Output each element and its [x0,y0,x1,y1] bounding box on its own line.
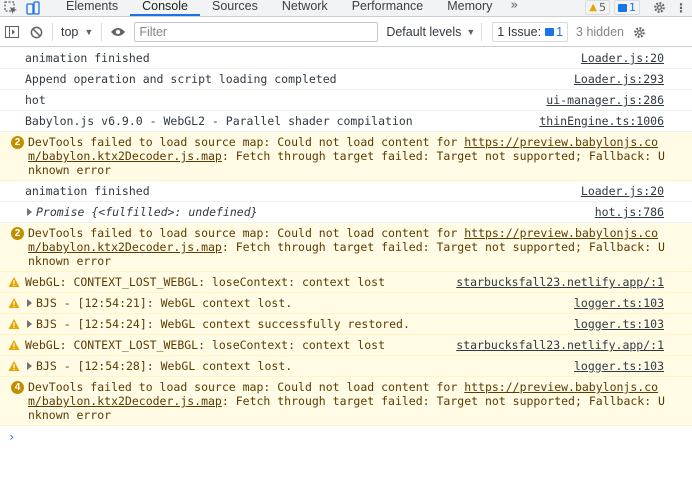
message-prefix: DevTools failed to load source map: Coul… [28,380,465,394]
messages-count: 1 [629,1,636,14]
source-link[interactable]: logger.ts:103 [574,296,664,310]
message-text: WebGL: CONTEXT_LOST_WEBGL: loseContext: … [25,338,386,352]
expand-triangle-icon[interactable] [27,362,32,370]
console-prompt[interactable]: › [0,426,692,448]
console-toolbar: top ▼ Default levels ▼ 1 Issue: 1 3 hidd… [0,18,692,47]
issues-count: 1 [556,25,564,39]
expand-triangle-icon[interactable] [27,208,32,216]
console-message: Babylon.js v6.9.0 - WebGL2 - Parallel sh… [0,111,692,132]
message-icon [618,3,627,12]
message-prefix: DevTools failed to load source map: Coul… [28,135,465,149]
message-text: WebGL: CONTEXT_LOST_WEBGL: loseContext: … [25,275,386,289]
tab-elements[interactable]: Elements [54,0,130,16]
console-message: animation finished Loader.js:20 [0,181,692,202]
console-message: hot ui-manager.js:286 [0,90,692,111]
log-levels-dropdown[interactable]: Default levels ▼ [386,25,475,39]
console-message: Append operation and script loading comp… [0,69,692,90]
source-link[interactable]: starbucksfall23.netlify.app/:1 [456,275,664,289]
warnings-count: 5 [599,1,606,14]
message-text: Babylon.js v6.9.0 - WebGL2 - Parallel sh… [25,114,413,128]
message-text: BJS - [12:54:24]: WebGL context successf… [36,317,410,331]
warning-triangle-icon [8,340,20,350]
console-settings-gear-icon[interactable] [628,18,652,47]
issue-message-icon [545,28,555,36]
message-text: BJS - [12:54:28]: WebGL context lost. [36,359,293,373]
issues-label: 1 Issue: [497,25,542,39]
repeat-count-badge: 2 [11,136,24,149]
hidden-messages-count: 3 hidden [576,25,624,39]
tab-network[interactable]: Network [270,0,340,16]
warning-message: WebGL: CONTEXT_LOST_WEBGL: loseContext: … [0,335,692,356]
warning-triangle-icon [8,361,20,371]
source-link[interactable]: Loader.js:20 [581,184,664,198]
source-link[interactable]: hot.js:786 [595,205,664,219]
context-label: top [61,25,79,39]
console-message: animation finished Loader.js:20 [0,48,692,69]
message-text: animation finished [25,51,150,65]
source-link[interactable]: thinEngine.ts:1006 [539,114,664,128]
source-link[interactable]: Loader.js:293 [574,72,664,86]
warning-message: WebGL: CONTEXT_LOST_WEBGL: loseContext: … [0,272,692,293]
tab-performance[interactable]: Performance [340,0,436,16]
tab-console[interactable]: Console [130,0,200,16]
source-link[interactable]: Loader.js:20 [581,51,664,65]
message-prefix: DevTools failed to load source map: Coul… [28,226,465,240]
toolbar-divider [481,23,483,41]
console-message: Promise {<fulfilled>: undefined} hot.js:… [0,202,692,223]
device-toolbar-icon[interactable] [22,0,44,16]
warning-message: BJS - [12:54:21]: WebGL context lost. lo… [0,293,692,314]
expand-triangle-icon[interactable] [27,320,32,328]
promise-value[interactable]: Promise {<fulfilled>: undefined} [36,205,258,219]
warning-triangle-icon [8,319,20,329]
message-text: hot [25,93,46,107]
inspect-element-icon[interactable] [0,0,22,16]
message-text: DevTools failed to load source map: Coul… [28,135,665,177]
more-options-icon[interactable]: ⋮ [670,0,692,16]
settings-gear-icon[interactable] [648,0,670,16]
message-text: DevTools failed to load source map: Coul… [28,226,665,268]
source-link[interactable]: logger.ts:103 [574,317,664,331]
repeat-count-badge: 2 [11,227,24,240]
context-selector[interactable]: top ▼ [57,25,97,39]
prompt-chevron-icon: › [8,430,16,444]
warnings-badge[interactable]: ▲ 5 [585,0,610,15]
warning-triangle-icon [8,298,20,308]
source-link[interactable]: ui-manager.js:286 [546,93,664,107]
source-link[interactable]: logger.ts:103 [574,359,664,373]
message-text: Append operation and script loading comp… [25,72,337,86]
warning-message: BJS - [12:54:24]: WebGL context successf… [0,314,692,335]
more-tabs-button[interactable]: » [504,0,524,16]
chevron-down-icon: ▼ [466,27,476,37]
issues-button[interactable]: 1 Issue: 1 [492,22,569,42]
message-text: DevTools failed to load source map: Coul… [28,380,665,422]
toolbar-divider [101,23,103,41]
chevron-down-icon: ▼ [84,27,94,37]
warning-message: 4 DevTools failed to load source map: Co… [0,377,692,426]
filter-input[interactable] [134,22,379,42]
warning-message: 2 DevTools failed to load source map: Co… [0,132,692,181]
repeat-count-badge: 4 [11,381,24,394]
console-messages: animation finished Loader.js:20 Append o… [0,48,692,502]
tab-sources[interactable]: Sources [200,0,270,16]
sidebar-toggle-icon[interactable] [0,18,24,47]
source-link[interactable]: starbucksfall23.netlify.app/:1 [456,338,664,352]
toolbar-divider [52,23,53,41]
clear-console-icon[interactable] [24,18,48,47]
messages-badge[interactable]: 1 [614,0,640,15]
expand-triangle-icon[interactable] [27,299,32,307]
warning-icon: ▲ [589,2,597,13]
live-expression-eye-icon[interactable] [106,18,130,47]
warning-message: 2 DevTools failed to load source map: Co… [0,223,692,272]
warning-message: BJS - [12:54:28]: WebGL context lost. lo… [0,356,692,377]
devtools-tab-bar: Elements Console Sources Network Perform… [0,0,692,17]
tab-memory[interactable]: Memory [435,0,504,16]
message-text: animation finished [25,184,150,198]
warning-triangle-icon [8,277,20,287]
message-text: BJS - [12:54:21]: WebGL context lost. [36,296,293,310]
log-levels-label: Default levels [386,25,462,39]
